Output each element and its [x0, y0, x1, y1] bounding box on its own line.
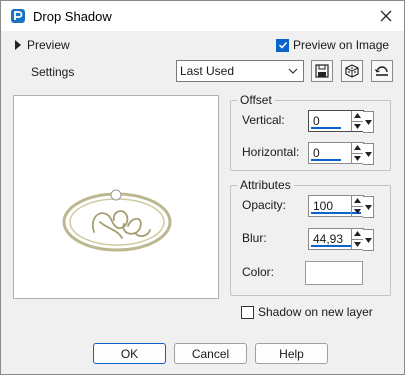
chevron-down-icon	[288, 68, 298, 74]
chevron-down-icon	[364, 204, 372, 210]
opacity-label: Opacity:	[242, 198, 287, 212]
blur-dropdown[interactable]	[363, 229, 374, 251]
reset-icon	[374, 66, 388, 76]
horizontal-spinner[interactable]	[351, 143, 363, 163]
ok-button[interactable]: OK	[93, 343, 166, 364]
preview-on-image-checkbox[interactable]: Preview on Image	[276, 38, 389, 52]
horizontal-label: Horizontal:	[242, 145, 300, 159]
reset-button[interactable]	[371, 60, 393, 82]
spin-down-icon	[354, 208, 361, 214]
blur-slider-bar[interactable]	[311, 245, 351, 247]
shadow-on-new-layer-checkbox[interactable]: Shadow on new layer	[241, 305, 373, 319]
blur-input[interactable]: 44,93	[308, 228, 374, 251]
offset-legend: Offset	[237, 93, 275, 107]
vertical-dropdown[interactable]	[363, 111, 374, 133]
horizontal-slider-bar[interactable]	[311, 159, 341, 161]
spin-up-icon	[354, 198, 361, 204]
spin-down-icon	[354, 123, 361, 129]
preview-toggle[interactable]: Preview	[15, 38, 70, 52]
vertical-spinner[interactable]	[351, 111, 363, 131]
checkbox-checked-icon	[276, 38, 289, 52]
vertical-label: Vertical:	[242, 113, 285, 127]
settings-label: Settings	[31, 65, 75, 79]
window-title: Drop Shadow	[33, 9, 112, 24]
randomize-button[interactable]	[341, 60, 363, 82]
horizontal-input[interactable]: 0	[308, 142, 374, 165]
blur-value: 44,93	[313, 232, 344, 246]
preview-on-image-label: Preview on Image	[293, 38, 390, 52]
preview-toggle-label: Preview	[27, 38, 70, 52]
attributes-legend: Attributes	[237, 178, 294, 192]
opacity-dropdown[interactable]	[363, 196, 374, 218]
randomize-icon	[345, 64, 359, 78]
chevron-down-icon	[364, 151, 372, 157]
spin-up-icon	[354, 113, 361, 119]
expand-triangle-icon	[15, 40, 21, 50]
drop-shadow-dialog: Drop Shadow Preview Preview on Image Set…	[0, 0, 405, 375]
spin-up-icon	[354, 145, 361, 151]
horizontal-dropdown[interactable]	[363, 143, 374, 165]
blur-spinner[interactable]	[351, 229, 363, 249]
chevron-down-icon	[364, 237, 372, 243]
vertical-slider-bar[interactable]	[311, 127, 341, 129]
chevron-down-icon	[364, 119, 372, 125]
preview-image	[62, 189, 172, 252]
opacity-input[interactable]: 100	[308, 195, 374, 218]
spin-up-icon	[354, 231, 361, 237]
title-bar: Drop Shadow	[1, 1, 404, 31]
spin-down-icon	[354, 155, 361, 161]
color-label: Color:	[242, 265, 275, 279]
preset-dropdown[interactable]: Last Used	[176, 60, 304, 82]
paintshop-icon	[11, 9, 25, 23]
help-button[interactable]: Help	[255, 343, 328, 364]
vertical-value: 0	[313, 114, 320, 128]
close-icon[interactable]	[374, 4, 398, 28]
horizontal-value: 0	[313, 146, 320, 160]
save-preset-icon	[315, 64, 329, 78]
opacity-value: 100	[313, 199, 334, 213]
color-swatch[interactable]	[305, 261, 363, 285]
checkbox-unchecked-icon	[241, 305, 254, 319]
cancel-button[interactable]: Cancel	[174, 343, 247, 364]
blur-label: Blur:	[242, 231, 267, 245]
opacity-spinner[interactable]	[351, 196, 363, 216]
vertical-input[interactable]: 0	[308, 110, 374, 133]
shadow-on-new-layer-label: Shadow on new layer	[258, 305, 373, 319]
save-preset-button[interactable]	[311, 60, 333, 82]
preset-value: Last Used	[180, 64, 235, 78]
preview-panel	[13, 95, 219, 299]
spin-down-icon	[354, 241, 361, 247]
